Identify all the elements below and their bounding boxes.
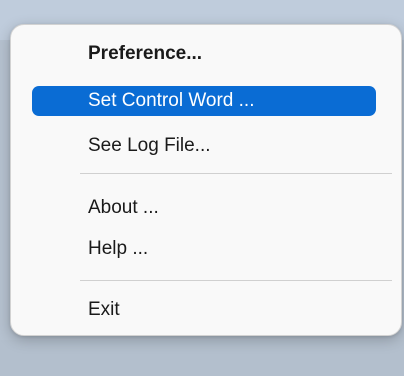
menu-item-set-control-word[interactable]: Set Control Word ... xyxy=(32,86,376,116)
menu-item-see-log-file[interactable]: See Log File... xyxy=(32,131,376,161)
context-menu: Preference... Set Control Word ... See L… xyxy=(10,24,402,336)
menu-separator xyxy=(80,173,392,174)
menu-item-exit[interactable]: Exit xyxy=(32,295,376,325)
menu-item-help[interactable]: Help ... xyxy=(32,234,376,264)
menu-item-about[interactable]: About ... xyxy=(32,193,376,223)
menu-separator xyxy=(80,280,392,281)
menu-item-preference[interactable]: Preference... xyxy=(32,39,376,69)
desktop-background-bottom xyxy=(0,340,404,376)
